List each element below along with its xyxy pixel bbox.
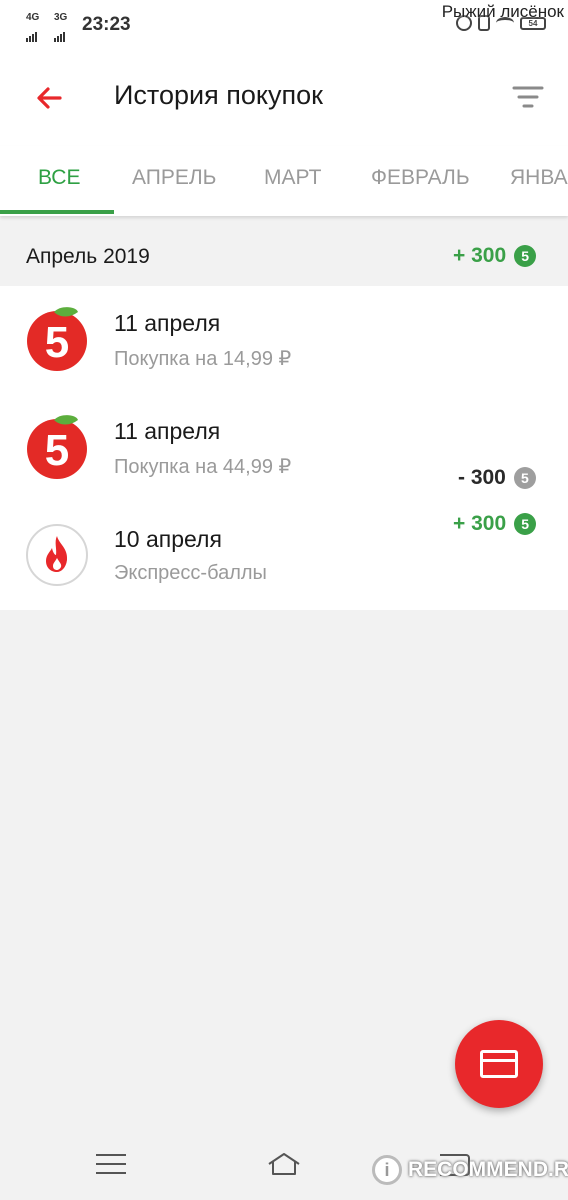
filter-icon: [512, 86, 544, 108]
svg-text:5: 5: [45, 426, 69, 475]
watermark-text: RECOMMEND.RU: [408, 1158, 568, 1181]
points-coin-icon: 5: [514, 513, 537, 535]
svg-text:5: 5: [45, 318, 69, 367]
back-button[interactable]: [30, 78, 70, 118]
active-tab-indicator: [0, 210, 114, 214]
card-icon: [480, 1050, 518, 1078]
status-time: 23:23: [82, 14, 131, 35]
fire-icon: [26, 524, 88, 586]
item-points: + 300 5: [453, 512, 537, 536]
list-item[interactable]: 5 11 апреля Покупка на 14,99 ₽: [0, 286, 568, 394]
points-value: + 300: [453, 512, 507, 535]
item-subtitle: Экспресс-баллы: [114, 562, 267, 584]
arrow-left-icon: [37, 87, 62, 109]
network-4g-label: 4G: [26, 12, 40, 23]
item-points: - 300 5: [458, 466, 536, 490]
filter-button[interactable]: [508, 80, 548, 116]
watermark-author: Рыжий лисёнок: [441, 2, 564, 21]
item-subtitle: Покупка на 44,99 ₽: [114, 456, 292, 478]
list-item[interactable]: 10 апреля Экспресс-баллы + 300 5: [0, 502, 568, 610]
item-date: 10 апреля: [114, 526, 222, 552]
month-tabs: ВСЕ АПРЕЛЬ МАРТ ФЕВРАЛЬ ЯНВА: [0, 146, 568, 216]
points-value: + 300: [453, 244, 507, 267]
item-date: 11 апреля: [114, 310, 221, 336]
purchase-list: 5 11 апреля Покупка на 14,99 ₽ 5 11 апре…: [0, 286, 568, 610]
signal-icon-2: [54, 24, 66, 42]
menu-nav-button[interactable]: [96, 1154, 126, 1176]
points-coin-icon: 5: [514, 245, 537, 267]
item-subtitle: Покупка на 14,99 ₽: [114, 348, 292, 370]
tab-all[interactable]: ВСЕ: [38, 146, 80, 216]
pyaterochka-logo-icon: 5: [27, 307, 87, 371]
points-value: - 300: [458, 466, 506, 489]
tab-april[interactable]: АПРЕЛЬ: [132, 146, 216, 216]
signal-icon: [26, 24, 38, 42]
month-title: Апрель 2019: [26, 245, 150, 268]
month-points-total: + 300 5: [453, 244, 537, 268]
watermark-badge: i: [372, 1155, 402, 1185]
tab-march[interactable]: МАРТ: [264, 146, 321, 216]
list-item[interactable]: 5 11 апреля Покупка на 44,99 ₽ - 300 5: [0, 394, 568, 502]
month-group-header: Апрель 2019 + 300 5: [0, 228, 568, 286]
item-date: 11 апреля: [114, 418, 221, 444]
home-nav-button[interactable]: [266, 1150, 302, 1178]
tab-february[interactable]: ФЕВРАЛЬ: [371, 146, 470, 216]
card-fab-button[interactable]: [455, 1020, 543, 1108]
app-bar: История покупок: [0, 50, 568, 146]
watermark-recommend: i RECOMMEND.RU: [372, 1152, 568, 1188]
tab-january[interactable]: ЯНВА: [510, 146, 568, 216]
network-3g-label: 3G: [54, 12, 68, 23]
pyaterochka-logo-icon: 5: [27, 415, 87, 479]
points-coin-icon: 5: [513, 467, 536, 489]
page-title: История покупок: [114, 80, 323, 110]
